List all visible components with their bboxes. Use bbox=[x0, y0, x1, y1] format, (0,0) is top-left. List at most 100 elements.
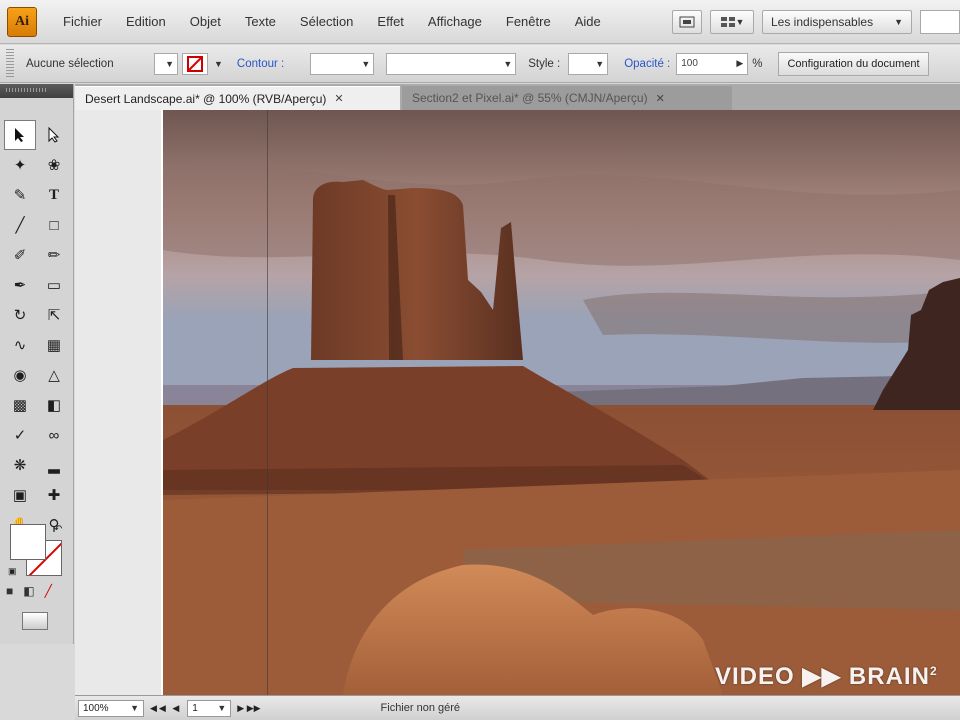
bridge-icon bbox=[679, 16, 695, 28]
column-graph-tool-icon[interactable]: ▂ bbox=[38, 450, 70, 480]
tab-label: Section2 et Pixel.ai* @ 55% (CMJN/Aperçu… bbox=[412, 91, 648, 105]
stroke-panel-link[interactable]: Contour : bbox=[237, 58, 284, 70]
style-label: Style : bbox=[528, 57, 561, 70]
desert-landscape-artwork bbox=[163, 110, 960, 695]
document-tabs: Desert Landscape.ai* @ 100% (RVB/Aperçu)… bbox=[75, 84, 960, 110]
opacity-value: 100 bbox=[681, 58, 698, 69]
menu-objet[interactable]: Objet bbox=[178, 14, 233, 29]
default-colors-icon[interactable]: ▣ bbox=[8, 566, 17, 577]
menu-edition[interactable]: Edition bbox=[114, 14, 178, 29]
direct-selection-tool-icon[interactable] bbox=[38, 120, 70, 150]
none-icon[interactable]: ╱ bbox=[45, 584, 52, 598]
chevron-down-icon[interactable]: ▼ bbox=[214, 59, 223, 69]
pasteboard bbox=[75, 110, 161, 695]
free-transform-tool-icon[interactable]: ▦ bbox=[38, 330, 70, 360]
warp-tool-icon[interactable]: ∿ bbox=[4, 330, 36, 360]
color-mode-row: ■ ◧ ╱ bbox=[6, 584, 52, 598]
color-icon[interactable]: ■ bbox=[6, 584, 13, 598]
menu-aide[interactable]: Aide bbox=[563, 14, 613, 29]
tab-label: Desert Landscape.ai* @ 100% (RVB/Aperçu) bbox=[85, 91, 327, 106]
watermark-text: VIDEO ▶▶ BRAIN bbox=[715, 663, 930, 690]
chevron-down-icon: ▼ bbox=[361, 58, 371, 69]
menu-fichier[interactable]: Fichier bbox=[51, 14, 114, 29]
brush-definition-dropdown[interactable]: ▼ bbox=[386, 52, 517, 75]
fill-color-dropdown[interactable]: ▼ bbox=[154, 52, 178, 75]
selection-tool-icon[interactable] bbox=[4, 120, 36, 150]
tab-desert-landscape[interactable]: Desert Landscape.ai* @ 100% (RVB/Aperçu)… bbox=[75, 86, 400, 110]
slice-tool-icon[interactable]: ✚ bbox=[38, 480, 70, 510]
menu-affichage[interactable]: Affichage bbox=[416, 14, 494, 29]
blob-brush-tool-icon[interactable]: ✒ bbox=[4, 270, 36, 300]
stroke-color-dropdown[interactable] bbox=[182, 52, 208, 75]
menu-selection[interactable]: Sélection bbox=[288, 14, 365, 29]
artboard-tool-icon[interactable]: ▣ bbox=[4, 480, 36, 510]
opacity-field[interactable]: 100 ▶ bbox=[676, 52, 749, 75]
close-icon[interactable]: ✕ bbox=[656, 92, 665, 105]
blend-tool-icon[interactable]: ∞ bbox=[38, 420, 70, 450]
artboard-nav-next[interactable]: ▶ ▶▶ bbox=[237, 703, 260, 714]
gradient-icon[interactable]: ◧ bbox=[23, 584, 34, 598]
pen-tool-icon[interactable]: ✎ bbox=[4, 180, 36, 210]
workspace-switcher[interactable]: Les indispensables ▼ bbox=[762, 10, 912, 34]
status-text: Fichier non géré bbox=[380, 702, 461, 714]
video2brain-watermark: VIDEO ▶▶ BRAIN2 bbox=[715, 662, 938, 691]
perspective-grid-tool-icon[interactable]: △ bbox=[38, 360, 70, 390]
chevron-down-icon: ▼ bbox=[217, 703, 227, 713]
arrange-documents-button[interactable]: ▼ bbox=[710, 10, 754, 34]
type-tool-icon[interactable]: T bbox=[38, 180, 70, 210]
mesh-tool-icon[interactable]: ▩ bbox=[4, 390, 36, 420]
menu-right-controls: ▼ Les indispensables ▼ bbox=[672, 6, 960, 38]
gradient-tool-icon[interactable]: ◧ bbox=[38, 390, 70, 420]
zoom-level-field[interactable]: 100% ▼ bbox=[78, 699, 144, 717]
eyedropper-tool-icon[interactable]: ✓ bbox=[4, 420, 36, 450]
swap-fill-stroke-icon[interactable]: ↶ bbox=[54, 524, 62, 535]
panel-grip[interactable] bbox=[6, 48, 14, 79]
menu-bar: Ai Fichier Edition Objet Texte Sélection… bbox=[0, 0, 960, 44]
document-setup-button[interactable]: Configuration du document bbox=[778, 51, 929, 76]
bridge-button[interactable] bbox=[672, 10, 702, 34]
symbol-sprayer-tool-icon[interactable]: ❋ bbox=[4, 450, 36, 480]
illustrator-logo-icon: Ai bbox=[7, 6, 37, 37]
chevron-right-icon: ▶ bbox=[736, 58, 744, 68]
help-search-input[interactable] bbox=[920, 10, 960, 34]
menu-fenetre[interactable]: Fenêtre bbox=[494, 14, 563, 29]
tools-grid: ✦ ❀ ✎ T ╱ □ ✐ ✏ ✒ ▭ ↻ ⇱ ∿ ▦ ◉ △ ▩ ◧ ✓ ∞ … bbox=[4, 120, 70, 540]
tools-panel: ✦ ❀ ✎ T ╱ □ ✐ ✏ ✒ ▭ ↻ ⇱ ∿ ▦ ◉ △ ▩ ◧ ✓ ∞ … bbox=[0, 84, 74, 644]
close-icon[interactable]: ✕ bbox=[334, 92, 343, 105]
opacity-unit: % bbox=[752, 57, 763, 70]
rotate-tool-icon[interactable]: ↻ bbox=[4, 300, 36, 330]
watermark-superscript: 2 bbox=[929, 664, 938, 678]
artboard-nav-arrows[interactable]: ◀◀ ◀ bbox=[150, 703, 181, 714]
illustrator-window: Ai Fichier Edition Objet Texte Sélection… bbox=[0, 0, 960, 720]
chevron-down-icon: ▼ bbox=[130, 703, 139, 713]
scale-tool-icon[interactable]: ⇱ bbox=[38, 300, 70, 330]
stroke-weight-field[interactable]: ▼ bbox=[310, 52, 375, 75]
artboard-number: 1 bbox=[192, 702, 198, 714]
arrange-documents-icon bbox=[720, 17, 735, 27]
menu-texte[interactable]: Texte bbox=[233, 14, 288, 29]
fill-stroke-swatches: ↶ ▣ bbox=[8, 524, 68, 578]
opacity-panel-link[interactable]: Opacité : bbox=[624, 58, 670, 70]
paintbrush-tool-icon[interactable]: ✐ bbox=[4, 240, 36, 270]
panel-grip[interactable] bbox=[6, 88, 46, 92]
menu-effet[interactable]: Effet bbox=[365, 14, 416, 29]
document-canvas[interactable]: VIDEO ▶▶ BRAIN2 bbox=[75, 110, 960, 695]
graphic-style-dropdown[interactable]: ▼ bbox=[568, 52, 609, 75]
line-tool-icon[interactable]: ╱ bbox=[4, 210, 36, 240]
workspace-label: Les indispensables bbox=[771, 15, 874, 29]
pencil-tool-icon[interactable]: ✏ bbox=[38, 240, 70, 270]
vertical-guide[interactable] bbox=[267, 110, 268, 695]
fill-swatch[interactable] bbox=[10, 524, 46, 560]
magic-wand-tool-icon[interactable]: ✦ bbox=[4, 150, 36, 180]
rectangle-tool-icon[interactable]: □ bbox=[38, 210, 70, 240]
artboard-number-field[interactable]: 1 ▼ bbox=[187, 699, 232, 717]
no-stroke-icon bbox=[187, 55, 203, 72]
lasso-tool-icon[interactable]: ❀ bbox=[38, 150, 70, 180]
screen-mode-button[interactable] bbox=[22, 612, 48, 630]
chevron-down-icon: ▼ bbox=[735, 17, 745, 27]
zoom-level: 100% bbox=[83, 702, 109, 714]
shape-builder-tool-icon[interactable]: ◉ bbox=[4, 360, 36, 390]
chevron-down-icon: ▼ bbox=[595, 58, 605, 69]
eraser-tool-icon[interactable]: ▭ bbox=[38, 270, 70, 300]
tab-section2-pixel[interactable]: Section2 et Pixel.ai* @ 55% (CMJN/Aperçu… bbox=[402, 86, 732, 110]
